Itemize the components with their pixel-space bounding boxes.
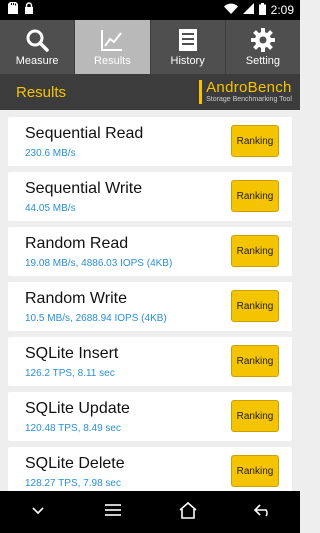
result-name: Random Write	[25, 290, 127, 307]
result-value: 10.5 MB/s, 2688.94 IOPS (4KB)	[25, 313, 167, 324]
result-row-random-write: Random Write 10.5 MB/s, 2688.94 IOPS (4K…	[8, 282, 292, 331]
result-name: Sequential Read	[25, 125, 144, 142]
back-button[interactable]	[243, 495, 283, 529]
tab-setting[interactable]: Setting	[226, 20, 300, 74]
clock: 2:09	[270, 3, 294, 17]
results-list: Sequential Read 230.6 MB/s Ranking Seque…	[0, 110, 300, 491]
tab-bar: Measure Results History Setting	[0, 20, 300, 74]
sd-card-icon	[8, 1, 18, 19]
result-value: 230.6 MB/s	[25, 148, 76, 159]
result-value: 44.05 MB/s	[25, 203, 76, 214]
brand-name: AndroBench	[206, 79, 292, 96]
home-icon	[178, 501, 198, 524]
collapse-button[interactable]	[18, 495, 58, 529]
result-value: 120.48 TPS, 8.49 sec	[25, 423, 121, 434]
result-row-sqlite-delete: SQLite Delete 128.27 TPS, 7.98 sec Ranki…	[8, 447, 292, 491]
result-name: SQLite Update	[25, 400, 130, 417]
result-name: Random Read	[25, 235, 129, 252]
home-button[interactable]	[168, 495, 208, 529]
status-bar: 2:09	[0, 0, 300, 20]
brand-logo: AndroBench Storage Benchmarking Tool	[199, 80, 292, 104]
page-title: Results	[16, 83, 67, 101]
document-icon	[177, 27, 199, 53]
tab-results[interactable]: Results	[75, 20, 151, 74]
result-name: SQLite Insert	[25, 345, 119, 362]
result-row-sqlite-update: SQLite Update 120.48 TPS, 8.49 sec Ranki…	[8, 392, 292, 441]
result-row-sequential-write: Sequential Write 44.05 MB/s Ranking	[8, 172, 292, 221]
search-icon	[25, 27, 49, 53]
system-nav-bar	[0, 491, 300, 533]
ranking-button[interactable]: Ranking	[231, 455, 279, 487]
tab-measure[interactable]: Measure	[0, 20, 76, 74]
lock-icon	[24, 1, 34, 19]
result-name: Sequential Write	[25, 180, 143, 197]
wifi-icon	[223, 3, 238, 17]
ranking-button[interactable]: Ranking	[231, 345, 279, 377]
ranking-button[interactable]: Ranking	[231, 125, 279, 157]
result-value: 19.08 MB/s, 4886.03 IOPS (4KB)	[25, 258, 173, 269]
brand-tagline: Storage Benchmarking Tool	[206, 96, 292, 103]
result-value: 128.27 TPS, 7.98 sec	[25, 478, 121, 489]
ranking-button[interactable]: Ranking	[231, 400, 279, 432]
results-header: Results AndroBench Storage Benchmarking …	[0, 74, 300, 110]
result-name: SQLite Delete	[25, 455, 125, 472]
tab-setting-label: Setting	[245, 55, 280, 67]
gear-icon	[250, 27, 275, 53]
battery-icon	[258, 2, 266, 18]
chevron-down-icon	[31, 503, 45, 521]
tab-history[interactable]: History	[151, 20, 226, 74]
ranking-button[interactable]: Ranking	[231, 235, 279, 267]
result-row-sqlite-insert: SQLite Insert 126.2 TPS, 8.11 sec Rankin…	[8, 337, 292, 386]
menu-icon	[104, 503, 122, 522]
tab-history-label: History	[170, 55, 205, 67]
signal-icon	[242, 3, 254, 17]
result-value: 126.2 TPS, 8.11 sec	[25, 368, 115, 379]
back-arrow-icon	[253, 503, 273, 522]
result-row-sequential-read: Sequential Read 230.6 MB/s Ranking	[8, 117, 292, 166]
result-row-random-read: Random Read 19.08 MB/s, 4886.03 IOPS (4K…	[8, 227, 292, 276]
tab-results-label: Results	[94, 55, 131, 67]
chart-icon	[100, 27, 124, 53]
ranking-button[interactable]: Ranking	[231, 180, 279, 212]
menu-button[interactable]	[93, 495, 133, 529]
tab-measure-label: Measure	[15, 55, 59, 67]
ranking-button[interactable]: Ranking	[231, 290, 279, 322]
